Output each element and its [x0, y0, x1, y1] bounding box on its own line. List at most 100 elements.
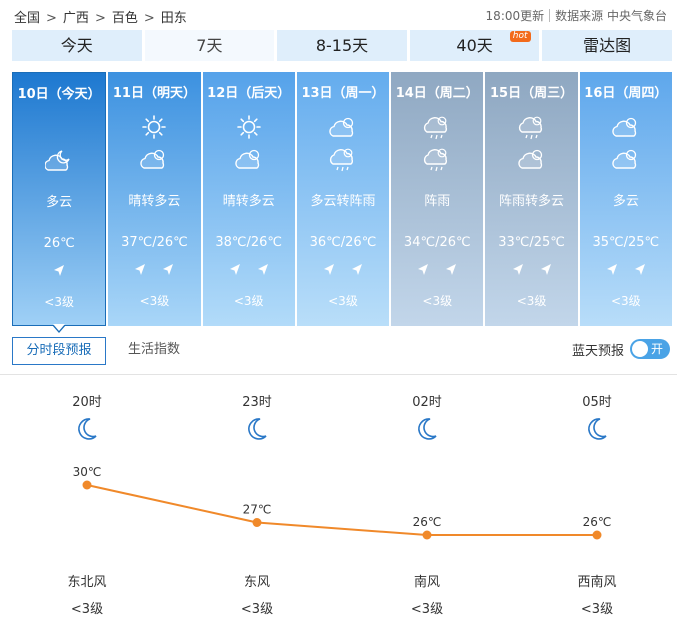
day-weather-icon-day [108, 114, 200, 140]
day-wind-level: <3级 [139, 294, 170, 308]
temperature-point [422, 530, 432, 540]
partly-cloudy-icon [234, 149, 259, 169]
day-weather-icon-night [203, 146, 295, 172]
tab-label: 今天 [60, 36, 93, 55]
day-wind-direction [485, 262, 577, 282]
day-card[interactable]: 14日（周二） 阵雨 34℃/26℃ <3级 [391, 72, 484, 326]
selected-pointer [52, 324, 67, 333]
day-weather-icon-night [108, 146, 200, 172]
day-temperature: 36℃/26℃ [309, 235, 377, 250]
tab-radar[interactable]: 雷达图 [542, 30, 672, 61]
temperature-point [252, 518, 262, 527]
wind-arrow-icon [418, 264, 429, 275]
partly-cloudy-icon [612, 149, 636, 169]
hourly-wind-direction: 西南风 [577, 575, 617, 590]
tab-hourly-forecast[interactable]: 分时段预报 [12, 337, 106, 365]
temperature-line-chart: 30℃ 27℃ 26℃ 26℃ [73, 465, 612, 540]
day-card[interactable]: 16日（周四） 多云 35℃/25℃ <3级 [579, 72, 672, 326]
wind-arrow-icon [54, 265, 65, 276]
forecast-tabs: 今天 7天 8-15天 40天 hot 雷达图 [12, 30, 672, 61]
day-wind-direction [297, 262, 389, 282]
partly-cloudy-icon [517, 149, 542, 169]
hourly-wind-direction: 东北风 [67, 575, 107, 590]
day-date: 15日（周三） [490, 86, 574, 101]
temperature-label: 26℃ [583, 515, 612, 529]
temperature-point [592, 530, 602, 540]
breadcrumb-item-city[interactable]: 百色 [112, 7, 138, 26]
temperature-label: 26℃ [413, 515, 442, 529]
temperature-label: 27℃ [243, 503, 272, 517]
day-weather-icon-day [203, 114, 295, 140]
cloudy-night-icon [45, 150, 70, 171]
tab-40days[interactable]: 40天 hot [409, 30, 540, 61]
day-temperature: 37℃/26℃ [121, 235, 188, 250]
day-wind-direction [13, 263, 105, 283]
day-date: 13日（周一） [301, 86, 385, 101]
tab-label: 7天 [196, 36, 223, 55]
source-provider[interactable]: 中央气象台 [607, 9, 667, 23]
breadcrumb-separator: > [46, 11, 57, 26]
day-weather-desc: 多云 [46, 195, 73, 210]
day-wind-level: <3级 [516, 294, 547, 308]
day-weather-icon-night [13, 147, 105, 173]
day-date: 11日（明天） [112, 86, 196, 101]
wind-arrow-icon [512, 264, 523, 275]
day-wind-direction [391, 262, 483, 282]
hourly-wind-level: <3级 [70, 602, 104, 617]
day-card[interactable]: 11日（明天） 晴转多云 37℃/26℃ <3级 [108, 72, 201, 326]
day-card[interactable]: 10日（今天） 多云 26℃ <3级 [12, 72, 107, 333]
tab-7days[interactable]: 7天 [144, 30, 275, 61]
hourly-wind-level: <3级 [240, 602, 274, 617]
day-weather-desc: 阵雨转多云 [499, 194, 565, 209]
wind-arrow-icon [257, 264, 268, 275]
bluesky-toggle[interactable]: 开 [630, 339, 670, 359]
breadcrumb-item-province[interactable]: 广西 [63, 7, 89, 26]
wind-arrow-icon [446, 264, 457, 275]
breadcrumb: 全国 > 广西 > 百色 > 田东 [14, 7, 187, 26]
shower-icon [424, 116, 448, 140]
partly-cloudy-icon [329, 117, 354, 137]
moon-icon [248, 418, 267, 440]
source-label: 数据来源 [555, 9, 604, 23]
hourly-wind-direction: 南风 [413, 575, 440, 590]
day-temperature: 34℃/26℃ [403, 235, 471, 250]
tab-8-15days[interactable]: 8-15天 [277, 30, 407, 61]
day-date: 10日（今天） [17, 87, 101, 102]
tab-today[interactable]: 今天 [12, 30, 142, 61]
day-temperature: 38℃/26℃ [215, 235, 283, 250]
shower-icon [518, 116, 542, 140]
moon-icon [418, 418, 437, 440]
wind-arrow-icon [606, 264, 617, 275]
hourly-wind-level: <3级 [410, 602, 444, 617]
tab-label: 40天 [456, 36, 493, 55]
partly-cloudy-icon [612, 117, 636, 137]
seven-day-forecast: 10日（今天） 多云 26℃ <3级 11日（明天） 晴转多云 37℃/26℃ <3级 12日（… [12, 72, 672, 333]
wind-arrow-icon [540, 264, 551, 275]
breadcrumb-item-country[interactable]: 全国 [14, 7, 40, 26]
wind-arrow-icon [229, 264, 240, 275]
hot-badge: hot [509, 31, 531, 42]
toggle-label: 开 [651, 342, 664, 356]
day-card[interactable]: 13日（周一） 多云转阵雨 36℃/26℃ <3级 [296, 72, 390, 326]
wind-arrow-icon [135, 264, 146, 275]
hourly-wind-level: <3级 [580, 602, 614, 617]
wind-arrow-icon [323, 264, 334, 275]
day-wind-level: <3级 [233, 294, 264, 308]
breadcrumb-separator: > [143, 11, 155, 26]
day-card[interactable]: 15日（周三） 阵雨转多云 33℃/25℃ <3级 [485, 72, 578, 326]
day-card[interactable]: 12日（后天） 晴转多云 38℃/26℃ <3级 [202, 72, 295, 326]
day-temperature: 26℃ [43, 236, 75, 251]
shower-icon [424, 148, 448, 172]
hourly-time: 05时 [582, 395, 612, 410]
divider [549, 9, 551, 22]
day-weather-desc: 晴转多云 [128, 194, 181, 209]
tab-life-index[interactable]: 生活指数 [128, 337, 180, 365]
day-weather-icon-day [297, 114, 389, 140]
shower-icon [329, 148, 353, 172]
sun-icon [142, 115, 167, 139]
day-wind-direction [203, 262, 295, 282]
moon-icon [588, 418, 607, 440]
sun-icon [236, 115, 261, 139]
day-weather-desc: 多云转阵雨 [310, 194, 376, 209]
top-bar: 全国 > 广西 > 百色 > 田东 18:00更新 数据来源 中央气象台 [0, 0, 677, 30]
